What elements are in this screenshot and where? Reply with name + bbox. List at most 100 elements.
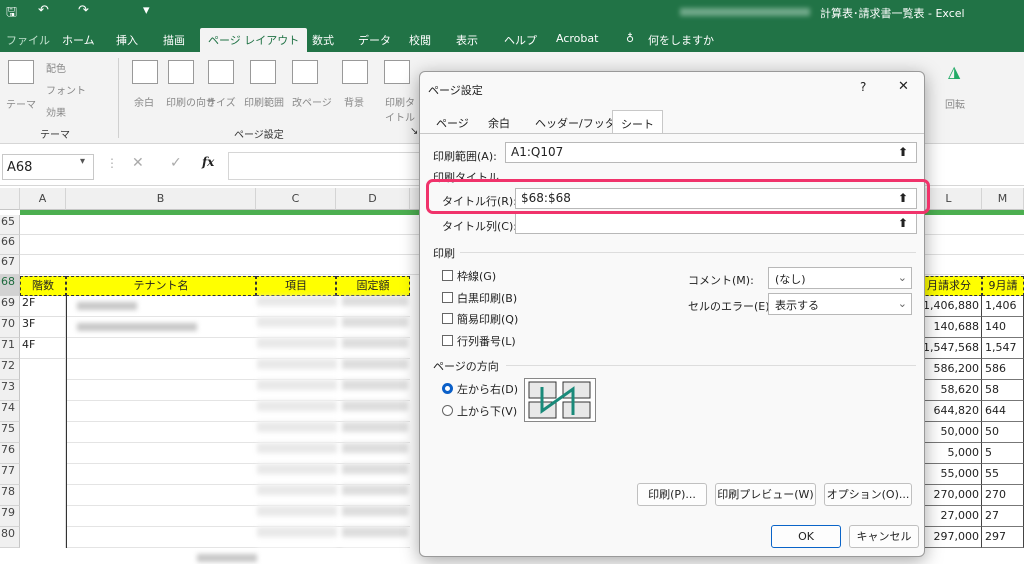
ok-button[interactable]: OK (771, 525, 841, 548)
month-bill-cell[interactable]: 140,688 (916, 317, 982, 338)
print-titles-button[interactable]: 印刷タイトル (385, 94, 415, 124)
gridlines-checkbox[interactable]: 枠線(G) (442, 268, 496, 284)
cancel-entry-icon[interactable]: ✕ (132, 155, 144, 171)
print-area-button[interactable]: 印刷範囲 (244, 94, 284, 109)
tab-sheet[interactable]: シート (612, 110, 663, 134)
print-button[interactable]: 印刷(P)... (637, 483, 707, 506)
select-all-corner[interactable] (0, 188, 20, 210)
tab-file[interactable]: ファイル (6, 32, 50, 48)
row-header-67[interactable]: 67 (0, 255, 20, 275)
tab-view[interactable]: 表示 (456, 32, 478, 48)
print-preview-button[interactable]: 印刷プレビュー(W) (715, 483, 816, 506)
print-area-icon[interactable] (250, 60, 276, 84)
header-cell-floor[interactable]: 階数 (20, 276, 66, 296)
row-header-72[interactable]: 72 (0, 359, 20, 380)
floor-cell[interactable]: 2F (20, 296, 66, 317)
month-bill-cell[interactable]: 55,000 (916, 464, 982, 485)
save-icon[interactable]: 🖫 (6, 3, 17, 25)
row-header-76[interactable]: 76 (0, 443, 20, 464)
sept-bill-cell[interactable]: 644 (982, 401, 1024, 422)
breaks-button[interactable]: 改ページ (292, 94, 332, 109)
print-titles-icon[interactable] (384, 60, 410, 84)
column-header-d[interactable]: D (336, 188, 410, 210)
row-header-73[interactable]: 73 (0, 380, 20, 401)
tab-draw[interactable]: 描画 (163, 32, 185, 48)
month-bill-cell[interactable]: 586,200 (916, 359, 982, 380)
help-button[interactable]: ? (860, 80, 866, 94)
themes-button[interactable]: テーマ (6, 96, 36, 111)
tab-review[interactable]: 校閲 (409, 32, 431, 48)
header-cell-item[interactable]: 項目 (256, 276, 336, 296)
fonts-button[interactable]: フォント (46, 82, 86, 97)
over-then-down-radio[interactable]: 上から下(V) (442, 403, 517, 419)
tab-page-layout[interactable]: ページ レイアウト (200, 28, 308, 52)
column-header-c[interactable]: C (256, 188, 336, 210)
collapse-dialog-icon[interactable]: ⬆ (894, 143, 912, 161)
row-header-74[interactable]: 74 (0, 401, 20, 422)
tab-page[interactable]: ページ (428, 110, 477, 134)
row-header-69[interactable]: 69 (0, 296, 20, 317)
insert-function-icon[interactable]: fx (202, 155, 214, 169)
column-header-a[interactable]: A (20, 188, 66, 210)
background-icon[interactable] (342, 60, 368, 84)
month-bill-cell[interactable]: 50,000 (916, 422, 982, 443)
row-header-68[interactable]: 68 (0, 275, 20, 296)
print-area-input[interactable]: A1:Q107 (505, 142, 917, 163)
qat-customize-icon[interactable]: ▾ (143, 3, 150, 18)
breaks-icon[interactable] (292, 60, 318, 84)
row-header-79[interactable]: 79 (0, 506, 20, 527)
background-button[interactable]: 背景 (344, 94, 364, 109)
margins-icon[interactable] (132, 60, 158, 84)
size-button[interactable]: サイズ (206, 94, 236, 109)
sept-bill-cell[interactable]: 58 (982, 380, 1024, 401)
row-header-75[interactable]: 75 (0, 422, 20, 443)
sept-bill-cell[interactable]: 50 (982, 422, 1024, 443)
formula-input[interactable] (228, 152, 428, 180)
title-cols-input[interactable] (515, 213, 917, 234)
effects-button[interactable]: 効果 (46, 104, 66, 119)
rotate-button[interactable]: 回転 (945, 96, 965, 111)
month-bill-cell[interactable]: 1,406,880 (916, 296, 982, 317)
month-bill-cell[interactable]: 297,000 (916, 527, 982, 548)
collapse-dialog-icon[interactable]: ⬆ (894, 214, 912, 232)
tab-insert[interactable]: 挿入 (116, 32, 138, 48)
redo-icon[interactable]: ↷ (78, 3, 89, 18)
row-header-77[interactable]: 77 (0, 464, 20, 485)
cancel-button[interactable]: キャンセル (849, 525, 919, 548)
confirm-entry-icon[interactable]: ✓ (170, 155, 182, 171)
sept-bill-cell[interactable]: 297 (982, 527, 1024, 548)
comments-select[interactable]: (なし) ⌄ (768, 267, 912, 289)
row-header-66[interactable]: 66 (0, 235, 20, 255)
page-setup-launcher-icon[interactable]: ↘ (410, 126, 418, 137)
name-box-dropdown-icon[interactable]: ▾ (80, 156, 85, 167)
header-cell-month-bill[interactable]: 月請求分 (916, 276, 982, 296)
tab-help[interactable]: ヘルプ (504, 32, 537, 48)
row-header-71[interactable]: 71 (0, 338, 20, 359)
margins-button[interactable]: 余白 (134, 94, 154, 109)
down-then-over-radio[interactable]: 左から右(D) (442, 381, 518, 397)
header-cell-tenant[interactable]: テナント名 (66, 276, 256, 296)
sept-bill-cell[interactable]: 140 (982, 317, 1024, 338)
colors-button[interactable]: 配色 (46, 60, 66, 75)
cell-errors-select[interactable]: 表示する ⌄ (768, 293, 912, 315)
sept-bill-cell[interactable]: 1,547 (982, 338, 1024, 359)
row-header-78[interactable]: 78 (0, 485, 20, 506)
tab-acrobat[interactable]: Acrobat (556, 32, 598, 45)
tab-home[interactable]: ホーム (62, 32, 95, 48)
month-bill-cell[interactable]: 5,000 (916, 443, 982, 464)
month-bill-cell[interactable]: 270,000 (916, 485, 982, 506)
header-cell-fixed[interactable]: 固定額 (336, 276, 410, 296)
sept-bill-cell[interactable]: 270 (982, 485, 1024, 506)
sept-bill-cell[interactable]: 5 (982, 443, 1024, 464)
row-col-headings-checkbox[interactable]: 行列番号(L) (442, 333, 516, 349)
undo-icon[interactable]: ↶ (38, 3, 49, 18)
month-bill-cell[interactable]: 58,620 (916, 380, 982, 401)
black-white-checkbox[interactable]: 白黒印刷(B) (442, 290, 517, 306)
row-header-70[interactable]: 70 (0, 317, 20, 338)
tab-formulas[interactable]: 数式 (312, 32, 334, 48)
tab-margins[interactable]: 余白 (480, 110, 518, 134)
month-bill-cell[interactable]: 644,820 (916, 401, 982, 422)
themes-icon[interactable] (8, 60, 34, 84)
orientation-icon[interactable] (168, 60, 194, 84)
header-cell-sept-bill[interactable]: 9月請 (982, 276, 1024, 296)
